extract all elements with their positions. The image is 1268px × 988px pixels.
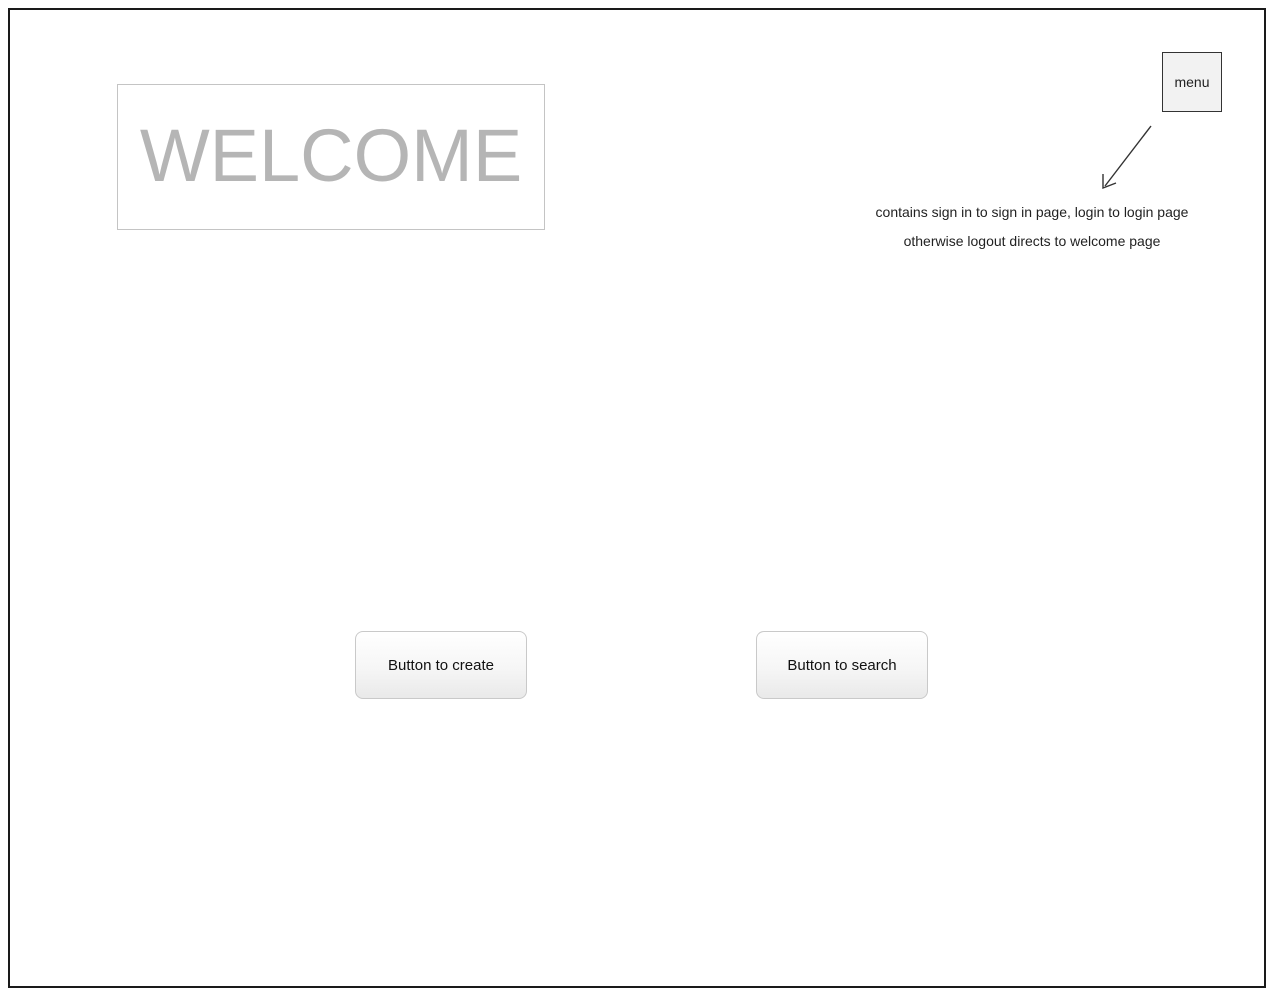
menu-annotation: contains sign in to sign in page, login … (830, 198, 1234, 256)
create-button[interactable]: Button to create (355, 631, 527, 699)
annotation-line-1: contains sign in to sign in page, login … (875, 204, 1189, 220)
arrow-down-left-icon (1102, 125, 1152, 190)
menu-button[interactable]: menu (1162, 52, 1222, 112)
annotation-line-2: otherwise logout directs to welcome page (903, 233, 1161, 249)
welcome-title: WELCOME (139, 114, 523, 197)
search-button[interactable]: Button to search (756, 631, 928, 699)
welcome-banner: WELCOME (117, 84, 545, 230)
